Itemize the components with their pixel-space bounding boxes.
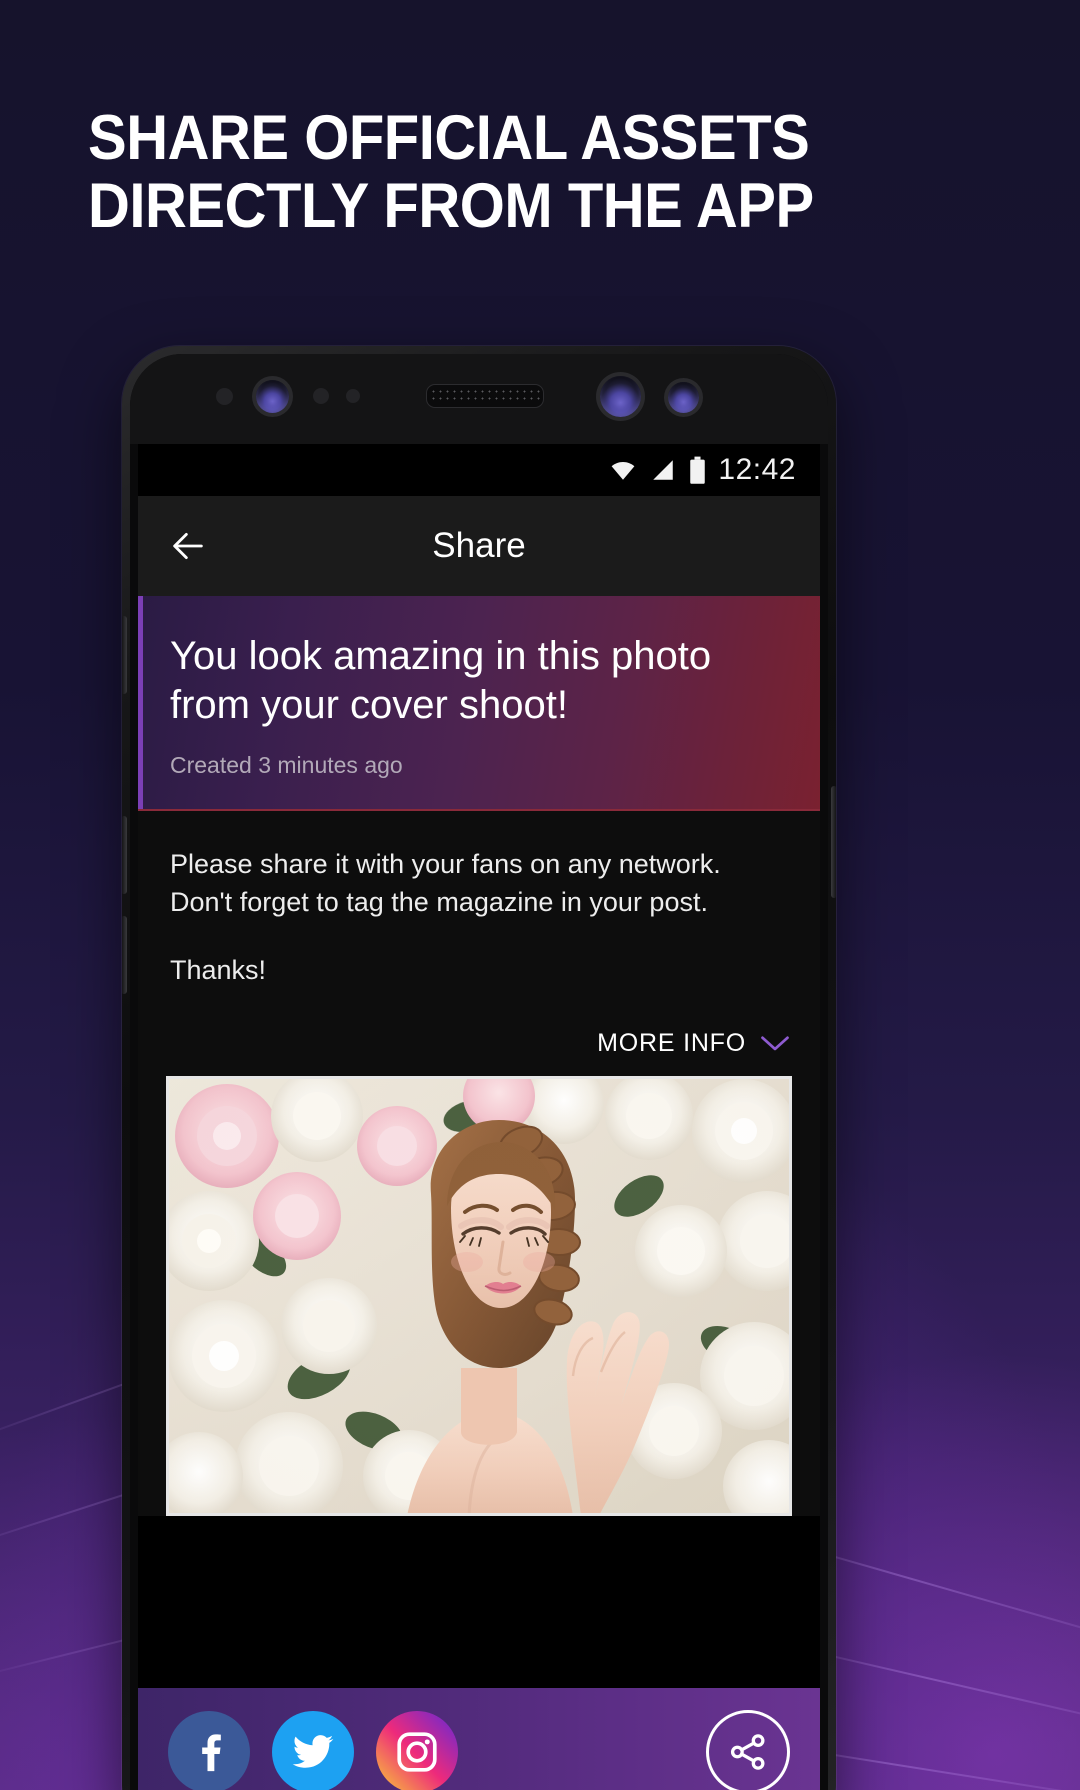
message-paragraph-2: Thanks! xyxy=(170,955,267,985)
more-info-label: MORE INFO xyxy=(597,1029,746,1057)
message-banner: You look amazing in this photo from your… xyxy=(138,596,820,811)
led-indicator-icon xyxy=(346,389,360,403)
headline-line-1: SHARE OFFICIAL ASSETS xyxy=(88,103,810,173)
front-camera-icon xyxy=(600,376,641,417)
share-nodes-icon xyxy=(730,1734,765,1770)
chevron-down-icon[interactable] xyxy=(760,1034,790,1054)
social-share-bar xyxy=(138,1688,820,1790)
signal-icon xyxy=(653,460,674,480)
headline-line-2: DIRECTLY FROM THE APP xyxy=(88,171,814,241)
facebook-share-button[interactable] xyxy=(168,1711,250,1790)
instagram-icon xyxy=(397,1732,437,1772)
phone-mockup: 12:42 Share You look amazing in this pho… xyxy=(122,346,836,1790)
attachment-container xyxy=(138,1076,820,1516)
secondary-sensor-icon xyxy=(668,382,699,413)
message-timestamp: Created 3 minutes ago xyxy=(170,752,403,778)
earpiece-speaker xyxy=(426,384,544,408)
phone-top-bezel xyxy=(130,354,828,444)
instagram-share-button[interactable] xyxy=(376,1711,458,1790)
message-title: You look amazing in this photo from your… xyxy=(170,634,712,727)
light-sensor-icon xyxy=(313,388,329,404)
twitter-share-button[interactable] xyxy=(272,1711,354,1790)
message-body: Please share it with your fans on any ne… xyxy=(138,811,820,989)
app-bar: Share xyxy=(138,496,820,596)
proximity-sensor-icon xyxy=(216,388,233,405)
phone-button-volume-down xyxy=(122,916,127,994)
phone-screen: 12:42 Share You look amazing in this pho… xyxy=(138,444,820,1790)
status-bar: 12:42 xyxy=(138,444,820,496)
wifi-icon xyxy=(612,461,635,480)
iris-scanner-icon xyxy=(256,380,289,413)
page-title: Share xyxy=(432,526,526,565)
cover-shoot-photo-illustration xyxy=(169,1079,789,1513)
more-info-toggle[interactable]: MORE INFO xyxy=(138,989,820,1076)
promo-headline: SHARE OFFICIAL ASSETS DIRECTLY FROM THE … xyxy=(88,104,916,240)
phone-button-power xyxy=(831,786,836,898)
battery-icon xyxy=(690,456,706,484)
more-share-button[interactable] xyxy=(706,1710,790,1790)
message-paragraph-1: Please share it with your fans on any ne… xyxy=(170,849,721,917)
facebook-icon xyxy=(202,1734,221,1772)
phone-button-volume-up xyxy=(122,816,127,894)
phone-body: 12:42 Share You look amazing in this pho… xyxy=(130,354,828,1790)
status-bar-clock: 12:42 xyxy=(718,453,796,486)
attachment-photo[interactable] xyxy=(166,1076,792,1516)
twitter-icon xyxy=(292,1735,334,1768)
phone-button-bixby xyxy=(122,616,127,694)
